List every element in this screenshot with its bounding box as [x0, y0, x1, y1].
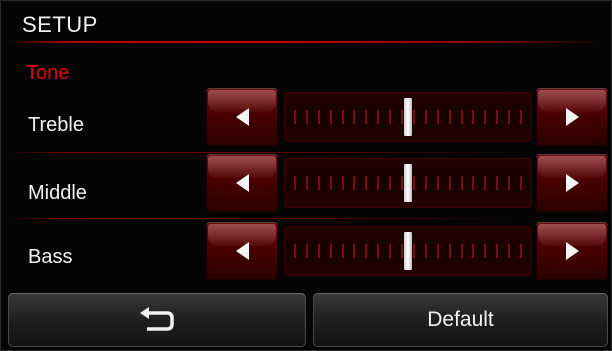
slider-tick: [342, 244, 344, 258]
row-middle: Middle: [0, 154, 612, 220]
slider-tick: [365, 244, 367, 258]
slider-tick: [401, 244, 403, 258]
slider-tick: [377, 110, 379, 124]
bass-slider[interactable]: [284, 226, 532, 276]
arrow-right-icon: [566, 108, 579, 126]
slider-tick: [330, 244, 332, 258]
slider-tick: [461, 244, 463, 258]
slider-tick: [413, 110, 415, 124]
middle-slider[interactable]: [284, 158, 532, 208]
slider-tick: [306, 176, 308, 190]
slider-tick: [353, 110, 355, 124]
treble-slider-thumb[interactable]: [404, 98, 412, 136]
slider-tick: [508, 176, 510, 190]
slider-tick: [496, 176, 498, 190]
slider-tick: [449, 110, 451, 124]
slider-tick: [389, 110, 391, 124]
arrow-right-icon: [566, 174, 579, 192]
row-label-middle: Middle: [28, 182, 87, 204]
slider-tick: [437, 110, 439, 124]
row-label-treble: Treble: [28, 114, 84, 136]
slider-tick: [318, 244, 320, 258]
header-divider: [8, 41, 604, 43]
slider-tick: [318, 110, 320, 124]
row-treble: Treble: [0, 88, 612, 154]
slider-tick: [342, 176, 344, 190]
slider-tick: [484, 110, 486, 124]
arrow-left-icon: [236, 242, 249, 260]
slider-tick: [294, 176, 296, 190]
row-divider: [8, 218, 528, 219]
bass-slider-thumb[interactable]: [404, 232, 412, 270]
slider-tick: [496, 244, 498, 258]
slider-tick: [401, 176, 403, 190]
return-arrow-icon: [140, 307, 174, 331]
slider-tick: [353, 176, 355, 190]
middle-decrease-button[interactable]: [206, 154, 278, 212]
slider-tick: [425, 110, 427, 124]
slider-tick: [472, 176, 474, 190]
slider-tick: [425, 244, 427, 258]
default-button-label: Default: [427, 308, 494, 331]
slider-tick: [318, 176, 320, 190]
slider-tick: [365, 176, 367, 190]
middle-slider-thumb[interactable]: [404, 164, 412, 202]
slider-tick: [389, 176, 391, 190]
slider-tick: [520, 110, 522, 124]
section-title-tone: Tone: [26, 62, 70, 84]
slider-tick: [425, 176, 427, 190]
slider-tick: [306, 244, 308, 258]
slider-tick: [401, 110, 403, 124]
slider-tick: [365, 110, 367, 124]
slider-tick: [437, 176, 439, 190]
slider-tick: [496, 110, 498, 124]
middle-increase-button[interactable]: [536, 154, 608, 212]
slider-tick: [437, 244, 439, 258]
slider-tick: [294, 244, 296, 258]
row-label-bass: Bass: [28, 246, 73, 268]
slider-tick: [413, 244, 415, 258]
default-button[interactable]: Default: [313, 293, 608, 347]
slider-tick: [353, 244, 355, 258]
bass-decrease-button[interactable]: [206, 222, 278, 280]
setup-screen: SETUP Tone Treble Middle Bass Default: [0, 0, 612, 351]
slider-tick: [461, 176, 463, 190]
slider-tick: [484, 176, 486, 190]
slider-tick: [342, 110, 344, 124]
slider-tick: [330, 176, 332, 190]
slider-tick: [389, 244, 391, 258]
treble-slider[interactable]: [284, 92, 532, 142]
slider-tick: [330, 110, 332, 124]
slider-tick: [520, 244, 522, 258]
slider-tick: [377, 244, 379, 258]
slider-tick: [484, 244, 486, 258]
slider-tick: [461, 110, 463, 124]
slider-tick: [508, 110, 510, 124]
row-bass: Bass: [0, 222, 612, 288]
arrow-left-icon: [236, 108, 249, 126]
back-button[interactable]: [8, 293, 306, 347]
bass-increase-button[interactable]: [536, 222, 608, 280]
slider-tick: [377, 176, 379, 190]
slider-tick: [413, 176, 415, 190]
treble-increase-button[interactable]: [536, 88, 608, 146]
slider-tick: [508, 244, 510, 258]
slider-tick: [449, 244, 451, 258]
slider-tick: [306, 110, 308, 124]
slider-tick: [294, 110, 296, 124]
slider-tick: [472, 244, 474, 258]
arrow-right-icon: [566, 242, 579, 260]
slider-tick: [472, 110, 474, 124]
arrow-left-icon: [236, 174, 249, 192]
slider-tick: [520, 176, 522, 190]
page-title: SETUP: [22, 12, 98, 37]
row-divider: [8, 152, 528, 153]
slider-tick: [449, 176, 451, 190]
treble-decrease-button[interactable]: [206, 88, 278, 146]
